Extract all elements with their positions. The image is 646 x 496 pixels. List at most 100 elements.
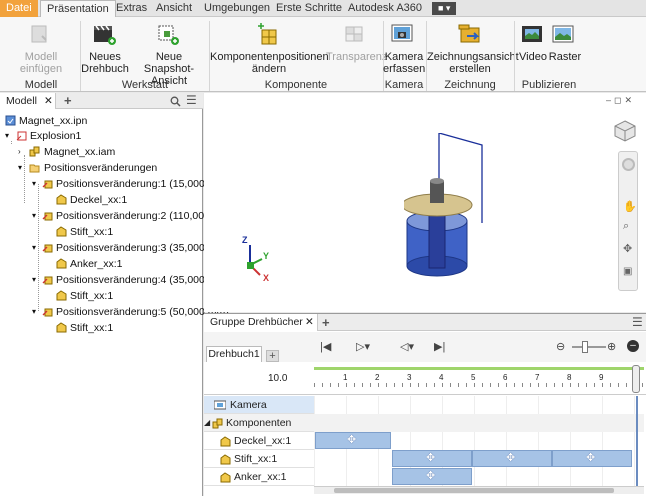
- komponentenpositionen-icon: [258, 23, 277, 45]
- expand-icon[interactable]: ▾: [32, 177, 36, 191]
- neues-drehbuch-label-2: Drehbuch: [81, 63, 129, 75]
- track-kamera[interactable]: Kamera: [204, 396, 314, 414]
- scrollbar-thumb[interactable]: [334, 488, 614, 493]
- orbit-icon[interactable]: ✥: [623, 242, 632, 255]
- steering-wheel-icon[interactable]: [622, 158, 635, 171]
- timeline-area[interactable]: ✥ ✥ ✥ ✥ ✥: [314, 396, 644, 494]
- menu-icon[interactable]: ☰: [632, 316, 643, 329]
- action-bar-anker[interactable]: ✥: [392, 468, 472, 485]
- action-bar-stift-1[interactable]: ✥: [392, 450, 472, 467]
- tab-drehbuch1[interactable]: Drehbuch1: [206, 346, 262, 362]
- add-tab-icon[interactable]: +: [64, 93, 72, 109]
- tab-ansicht[interactable]: Ansicht: [156, 0, 192, 17]
- raster-label: Raster: [548, 51, 582, 63]
- track-stift[interactable]: Stift_xx:1: [204, 450, 314, 468]
- neues-drehbuch-icon: [94, 25, 116, 45]
- pan-icon[interactable]: ✋: [623, 200, 637, 213]
- part-icon: [220, 472, 231, 483]
- expand-icon[interactable]: ▾: [32, 241, 36, 255]
- tree-label: Stift_xx:1: [70, 290, 114, 302]
- storyboard-toolbar: Drehbuch1 + |◀ ▷▾ ◁▾ ▶| ⊖ ⊕ –: [204, 332, 646, 362]
- modell-einfuegen-button[interactable]: Modell einfügen: [4, 51, 78, 75]
- expand-icon[interactable]: ▾: [32, 209, 36, 223]
- zoom-slider-thumb[interactable]: [582, 341, 588, 353]
- tweak-icon: [42, 212, 53, 221]
- group-komponente: Komponente: [264, 79, 328, 91]
- goto-end-icon[interactable]: ▶|: [434, 340, 445, 353]
- raster-icon: [552, 25, 574, 43]
- close-icon[interactable]: ✕: [305, 314, 314, 331]
- ruler-strip[interactable]: 1 2 3 4 5 6 7 8 9: [314, 365, 644, 393]
- collapse-icon[interactable]: ›: [18, 145, 21, 159]
- transparenz-icon: [345, 26, 363, 42]
- expand-icon[interactable]: ▾: [32, 305, 36, 319]
- action-bar-stift-2[interactable]: ✥: [472, 450, 552, 467]
- tree-label: Magnet_xx.ipn: [19, 115, 88, 127]
- neues-drehbuch-button[interactable]: Neues Drehbuch: [80, 51, 130, 75]
- neue-snapshot-label-1: Neue: [155, 51, 183, 63]
- play-reverse-icon[interactable]: ◁▾: [400, 340, 414, 353]
- tab-modell[interactable]: Modell ✕: [0, 93, 56, 109]
- folder-icon: [29, 164, 40, 173]
- track-komponenten[interactable]: ◢ Komponenten: [204, 414, 314, 432]
- viewcube-icon[interactable]: [613, 119, 637, 143]
- menu-icon[interactable]: ☰: [186, 94, 197, 107]
- zoom-in-icon[interactable]: ⊕: [607, 340, 616, 353]
- goto-start-icon[interactable]: |◀: [320, 340, 331, 353]
- storyboard-tab-bar: Gruppe Drehbücher ✕ + ☰: [204, 314, 646, 331]
- group-zeichnung: Zeichnung: [444, 79, 496, 91]
- kamera-label-2: erfassen: [383, 63, 426, 75]
- search-icon[interactable]: [170, 96, 181, 107]
- tick-label: 4: [439, 373, 444, 382]
- tab-umgebungen[interactable]: Umgebungen: [204, 0, 270, 17]
- tab-datei[interactable]: Datei: [0, 0, 38, 17]
- close-icon[interactable]: ✕: [44, 93, 53, 109]
- part-icon: [56, 194, 67, 205]
- raster-button[interactable]: Raster: [548, 51, 582, 63]
- look-at-icon[interactable]: ▣: [623, 266, 632, 277]
- track-anker[interactable]: Anker_xx:1: [204, 468, 314, 486]
- expand-icon[interactable]: ◢: [204, 414, 210, 432]
- zoom-out-icon[interactable]: ⊖: [556, 340, 565, 353]
- play-forward-icon[interactable]: ▷▾: [356, 340, 370, 353]
- track-label: Stift_xx:1: [234, 453, 278, 465]
- add-storyboard-icon[interactable]: +: [266, 350, 279, 362]
- kamera-erfassen-button[interactable]: Kamera erfassen: [383, 51, 425, 75]
- zoom-icon[interactable]: ⌕: [623, 220, 629, 233]
- group-werkstatt: Werkstatt: [121, 79, 169, 91]
- horizontal-scrollbar[interactable]: [314, 486, 644, 494]
- tab-gruppe-drehbuecher[interactable]: Gruppe Drehbücher ✕: [204, 314, 318, 331]
- zeichnungsansicht-button[interactable]: Zeichnungsansicht erstellen: [427, 51, 519, 75]
- tree-label: Positionsveränderung:3 (35,000 mm): [56, 242, 229, 254]
- action-bar-deckel[interactable]: ✥: [315, 432, 391, 449]
- tab-erste-schritte[interactable]: Erste Schritte: [276, 0, 342, 17]
- magnet-model[interactable]: [404, 133, 484, 283]
- tab-autodesk-a360[interactable]: Autodesk A360: [348, 0, 422, 17]
- collapse-timeline-icon[interactable]: –: [627, 340, 639, 352]
- video-button[interactable]: Video: [518, 51, 548, 63]
- tab-extras[interactable]: Extras: [116, 0, 147, 17]
- ribbon-tab-bar: Datei Präsentation Extras Ansicht Umgebu…: [0, 0, 646, 18]
- zoom-slider[interactable]: [572, 346, 606, 348]
- tree-line: [24, 155, 25, 203]
- tick-label: 3: [407, 373, 412, 382]
- tick-label: 2: [375, 373, 380, 382]
- playhead[interactable]: [632, 365, 640, 393]
- expand-icon[interactable]: ▾: [18, 161, 22, 175]
- transparenz-button[interactable]: Transparenz: [326, 51, 387, 63]
- expand-icon[interactable]: ▾: [32, 273, 36, 287]
- add-tab-icon[interactable]: +: [322, 314, 330, 331]
- track-label: Deckel_xx:1: [234, 435, 292, 447]
- tree-label: Stift_xx:1: [70, 226, 114, 238]
- komponentenpositionen-button[interactable]: Komponentenpositionen ändern: [210, 51, 329, 75]
- navigation-bar: ✋ ⌕ ✥ ▣: [618, 151, 638, 291]
- graphics-viewport[interactable]: –◻✕ Z Y X ✋ ⌕ ✥ ▣: [204, 93, 646, 312]
- tab-praesentation[interactable]: Präsentation: [40, 0, 116, 18]
- action-bar-stift-3[interactable]: ✥: [552, 450, 632, 467]
- expand-icon[interactable]: ▾: [5, 129, 9, 143]
- window-controls[interactable]: –◻✕: [606, 95, 635, 106]
- video-dropdown-icon[interactable]: ■ ▾: [432, 2, 457, 15]
- tree-line: [38, 184, 39, 311]
- tweak-icon: [42, 244, 53, 253]
- track-deckel[interactable]: Deckel_xx:1: [204, 432, 314, 450]
